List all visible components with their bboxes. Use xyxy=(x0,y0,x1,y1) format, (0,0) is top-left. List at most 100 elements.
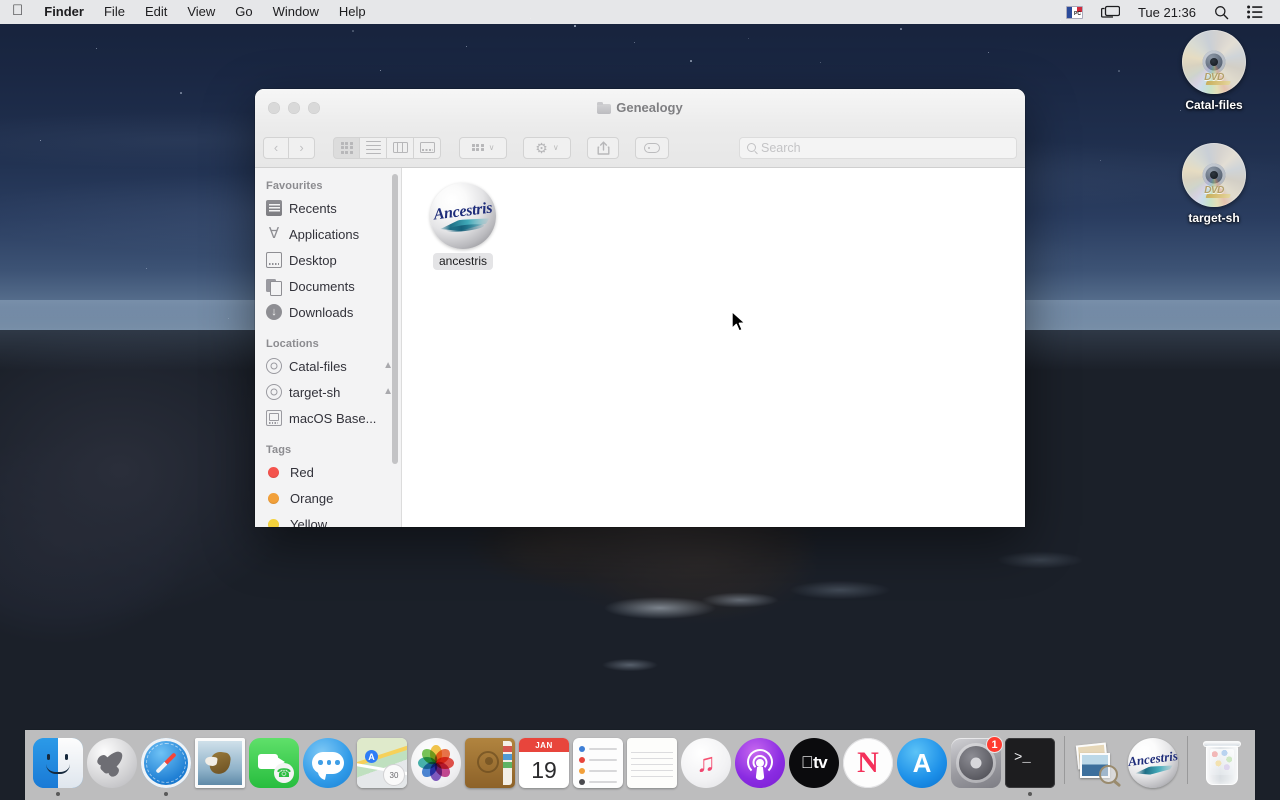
sidebar-scrollbar[interactable] xyxy=(392,174,398,464)
dock-item-safari[interactable] xyxy=(139,732,193,796)
file-item-ancestris[interactable]: Ancestris ancestris xyxy=(420,183,506,270)
appstore-icon: A xyxy=(897,738,947,788)
dock-item-notes[interactable] xyxy=(625,732,679,796)
dock-item-reminders[interactable] xyxy=(571,732,625,796)
sidebar-item-recents[interactable]: Recents xyxy=(255,195,401,221)
menu-item-file[interactable]: File xyxy=(94,0,135,24)
list-view-button[interactable] xyxy=(360,136,387,159)
dock-item-podcasts[interactable] xyxy=(733,732,787,796)
dvd-label-text: DVD xyxy=(1204,72,1224,83)
sidebar-tag-orange[interactable]: Orange xyxy=(255,485,401,511)
finder-content-area[interactable]: Ancestris ancestris xyxy=(402,168,1025,527)
icon-view-button[interactable] xyxy=(333,136,360,159)
french-flag-icon: PC xyxy=(1065,5,1083,19)
finder-sidebar[interactable]: Favourites Recents ∀ Applications Deskto… xyxy=(255,168,402,527)
action-menu-button[interactable]: ⚙ ∨ xyxy=(523,136,571,159)
spotlight-search-icon[interactable] xyxy=(1205,0,1238,24)
sidebar-section-locations-header: Locations xyxy=(266,338,319,350)
gear-icon: ⚙ xyxy=(535,139,548,156)
sidebar-item-label: Catal-files xyxy=(289,358,347,374)
menu-item-go[interactable]: Go xyxy=(225,0,262,24)
sidebar-item-documents[interactable]: Documents xyxy=(255,273,401,299)
menu-item-window[interactable]: Window xyxy=(263,0,329,24)
sidebar-tag-red[interactable]: Red xyxy=(255,459,401,485)
gallery-view-button[interactable] xyxy=(414,136,441,159)
menu-bar-status-area: PC Tue 21:36 xyxy=(1057,0,1280,24)
control-center-glyph xyxy=(1247,5,1263,19)
dock-item-photos[interactable] xyxy=(409,732,463,796)
desktop-icon-label: Catal-files xyxy=(1185,98,1243,112)
search-field[interactable]: Search xyxy=(739,136,1017,159)
sidebar-item-label: Downloads xyxy=(289,304,354,320)
sidebar-item-label: Desktop xyxy=(289,252,337,268)
menu-item-edit[interactable]: Edit xyxy=(135,0,177,24)
back-button[interactable]: ‹ xyxy=(263,136,289,159)
display-icon[interactable] xyxy=(1092,0,1129,24)
desktop-icon-target-sh[interactable]: DVD target-sh xyxy=(1168,143,1260,227)
icon-view-icon xyxy=(340,141,353,154)
input-source-flag-icon[interactable]: PC xyxy=(1057,0,1092,24)
dock-item-news[interactable]: N xyxy=(841,732,895,796)
dock-item-calendar[interactable]: JAN 19 xyxy=(517,732,571,796)
mouse-cursor xyxy=(730,310,748,340)
sidebar-item-desktop[interactable]: Desktop xyxy=(255,247,401,273)
menu-item-help[interactable]: Help xyxy=(329,0,376,24)
calendar-month: JAN xyxy=(519,738,569,752)
appstore-letter: A xyxy=(912,748,932,778)
dock-item-system-preferences[interactable]: 1 xyxy=(949,732,1003,796)
search-placeholder: Search xyxy=(761,140,801,155)
input-source-label: PC xyxy=(1072,11,1082,18)
share-button[interactable] xyxy=(587,136,619,159)
dock-item-messages[interactable] xyxy=(301,732,355,796)
dock-item-music[interactable]: ♫ xyxy=(679,732,733,796)
sidebar-item-label: Documents xyxy=(289,278,355,294)
group-by-button[interactable]: ∨ xyxy=(459,136,507,159)
menu-app-name[interactable]: Finder xyxy=(34,0,94,24)
dvd-disc-icon: DVD xyxy=(1182,143,1246,207)
dock-item-ancestris[interactable]: Ancestris xyxy=(1126,732,1180,796)
dock-item-maps[interactable] xyxy=(355,732,409,796)
control-center-icon[interactable] xyxy=(1238,0,1272,24)
menu-item-view[interactable]: View xyxy=(177,0,225,24)
dock-item-launchpad[interactable] xyxy=(85,732,139,796)
news-letter: N xyxy=(857,746,879,779)
desktop-icon-catal-files[interactable]: DVD Catal-files xyxy=(1168,30,1260,114)
calendar-icon: JAN 19 xyxy=(519,738,569,788)
dock-item-facetime[interactable]: ☎ xyxy=(247,732,301,796)
dock-item-appletv[interactable]: tv xyxy=(787,732,841,796)
file-item-label: ancestris xyxy=(432,253,494,270)
sidebar-item-label: macOS Base... xyxy=(289,410,377,426)
tag-color-dot xyxy=(268,466,279,478)
edit-tags-button[interactable] xyxy=(635,136,669,159)
sidebar-item-downloads[interactable]: ↓ Downloads xyxy=(255,299,401,325)
dock-item-contacts[interactable] xyxy=(463,732,517,796)
sidebar-item-label: target-sh xyxy=(289,384,341,400)
sidebar-section-tags-header: Tags xyxy=(266,444,292,456)
sidebar-item-applications[interactable]: ∀ Applications xyxy=(255,221,401,247)
menu-bar-clock[interactable]: Tue 21:36 xyxy=(1129,0,1205,24)
sidebar-tag-yellow[interactable]: Yellow xyxy=(255,511,401,527)
dock-item-appstore[interactable]: A xyxy=(895,732,949,796)
apple-menu-icon[interactable]:  xyxy=(0,0,34,24)
menu-bar:  Finder File Edit View Go Window Help P… xyxy=(0,0,1280,24)
sidebar-item-label: Recents xyxy=(289,200,337,216)
sidebar-item-target-sh[interactable]: target-sh ▲ xyxy=(255,379,401,405)
forward-button[interactable]: › xyxy=(289,136,315,159)
sidebar-item-macos-base[interactable]: macOS Base... xyxy=(255,405,401,431)
sidebar-item-catal-files[interactable]: Catal-files ▲ xyxy=(255,353,401,379)
dock-item-trash[interactable] xyxy=(1195,732,1249,796)
terminal-icon: >_ xyxy=(1005,738,1055,788)
dock-item-mail[interactable] xyxy=(193,732,247,796)
dock-item-terminal[interactable]: >_ xyxy=(1003,732,1057,796)
share-icon xyxy=(597,141,609,155)
harddrive-icon xyxy=(266,410,282,426)
tag-color-dot xyxy=(268,492,279,504)
desktop-icon xyxy=(266,252,282,268)
preview-icon xyxy=(1074,738,1124,788)
column-view-button[interactable] xyxy=(387,136,414,159)
finder-window[interactable]: Genealogy ‹ › ∨ ⚙ ∨ Search Favourites Re… xyxy=(255,89,1025,527)
window-title-bar[interactable]: Genealogy xyxy=(255,89,1025,128)
dock-item-finder[interactable] xyxy=(31,732,85,796)
safari-icon xyxy=(141,738,191,788)
dock-item-preview[interactable] xyxy=(1072,732,1126,796)
